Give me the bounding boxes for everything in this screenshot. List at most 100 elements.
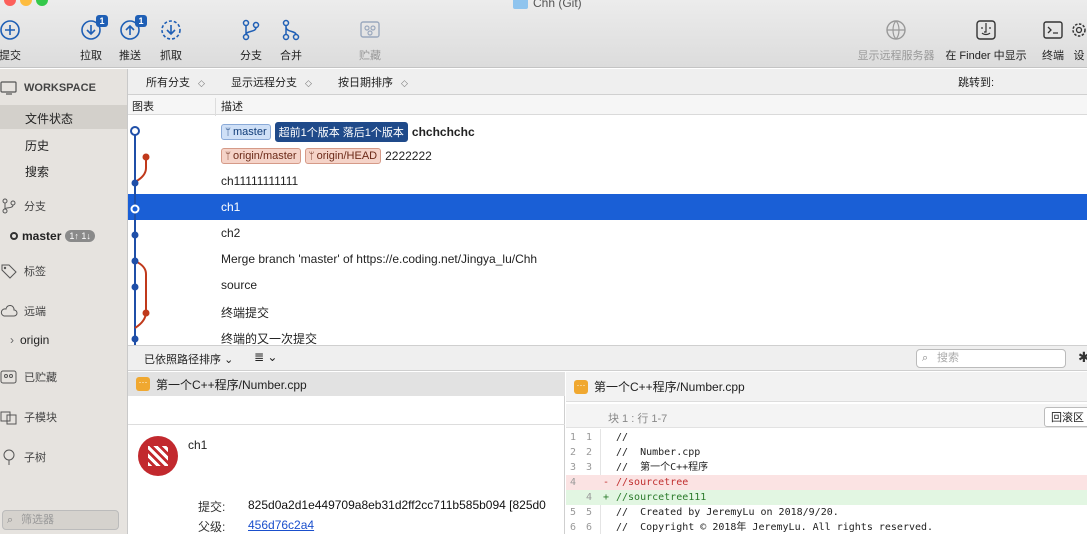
description-column-header[interactable]: 描述 <box>221 98 243 114</box>
local-branch-tag[interactable]: ᛘ master <box>221 124 271 140</box>
zoom-window-button[interactable] <box>36 0 48 6</box>
branch-icon: ᛘ <box>225 150 231 162</box>
commit-node-icon <box>131 257 139 265</box>
view-mode-dropdown[interactable]: ≣ ⌄ <box>254 350 277 364</box>
sidebar-branches-header[interactable]: 分支 <box>0 198 46 214</box>
globe-icon <box>884 18 908 42</box>
close-window-button[interactable] <box>4 0 16 6</box>
revert-hunk-button[interactable]: 回滚区 <box>1044 407 1087 427</box>
branch-icon: ᛘ <box>308 150 315 162</box>
sidebar-remotes-header[interactable]: 远端 <box>0 303 46 319</box>
minimize-window-button[interactable] <box>20 0 32 6</box>
sidebar-item-file-status[interactable]: 文件状态 <box>25 110 73 127</box>
commit-row[interactable]: 终端提交 <box>128 298 1087 324</box>
modified-file-icon: ··· <box>574 379 588 394</box>
sidebar-item-history[interactable]: 历史 <box>25 137 49 154</box>
commit-description: ᛘ origin/master ᛘ origin/HEAD 2222222 <box>221 148 432 164</box>
stash-button[interactable]: 贮藏 <box>342 18 398 66</box>
commit-description: 终端提交 <box>221 304 269 321</box>
commit-row[interactable]: 终端的又一次提交 <box>128 324 1087 345</box>
branch-icon <box>0 198 18 214</box>
commit-description: ch1 <box>221 200 240 214</box>
commit-message: 终端提交 <box>221 306 270 320</box>
current-branch-indicator-icon <box>10 232 18 240</box>
show-remote-button[interactable]: 显示远程服务器 <box>858 18 935 66</box>
modified-file-icon: ··· <box>136 377 150 391</box>
parent-hash-link[interactable]: 456d76c2a4 <box>248 518 314 532</box>
old-line-number: 5 <box>570 507 577 518</box>
details-search-input[interactable]: ⌕ 搜索 <box>916 349 1066 368</box>
settings-button[interactable]: 设 <box>1064 18 1087 66</box>
diff-marker <box>603 520 609 534</box>
branch-icon: ᛘ <box>225 126 231 138</box>
code-text: // <box>616 432 629 443</box>
commit-message: 2222222 <box>385 149 432 163</box>
commit-description: Merge branch 'master' of https://e.codin… <box>221 252 537 266</box>
diff-line-context[interactable]: 22 // Number.cpp <box>566 445 1087 460</box>
diff-line-removed[interactable]: 4 -//sourcetree <box>566 475 1087 490</box>
diff-marker <box>603 505 609 520</box>
sidebar-item-search[interactable]: 搜索 <box>25 163 49 180</box>
search-icon: ⌕ <box>922 352 929 364</box>
gear-icon[interactable]: ✱ <box>1078 349 1087 366</box>
diff-line-context[interactable]: 33 // 第一个C++程序 <box>566 460 1087 475</box>
commit-list: ᛘ master 超前1个版本 落后1个版本 chchchchc ᛘ origin/mas… <box>128 116 1087 345</box>
push-icon: 1 <box>118 15 147 42</box>
chevron-updown-icon: ◇ <box>305 78 312 88</box>
commit-label: 提交: <box>198 500 226 514</box>
graph-column-header[interactable]: 图表 <box>132 98 154 114</box>
new-line-number: 4 <box>586 492 593 503</box>
sidebar-filter-input[interactable]: ⌕ 筛选器 <box>2 510 119 530</box>
diff-line-context[interactable]: 11 // <box>566 430 1087 445</box>
diff-marker: - <box>603 477 610 488</box>
log-filter-bar: 所有分支 ◇ 显示远程分支 ◇ 按日期排序 ◇ 跳转到: <box>128 69 1087 95</box>
commit-button[interactable]: 提交 <box>0 18 38 66</box>
merge-button[interactable]: 合并 <box>263 18 319 66</box>
fetch-icon <box>159 18 183 42</box>
jump-to-label[interactable]: 跳转到: <box>958 74 994 90</box>
sort-by-path-dropdown[interactable]: 已依照路径排序 ⌄ <box>144 351 233 367</box>
head-commit-node-icon <box>130 126 140 136</box>
commit-row[interactable]: source <box>128 272 1087 298</box>
sidebar-workspace-header[interactable]: WORKSPACE <box>0 80 96 96</box>
sidebar-item-master-branch[interactable]: master 1↑ 1↓ <box>10 229 95 243</box>
sidebar-submodules-header[interactable]: 子模块 <box>0 409 57 425</box>
diff-marker <box>603 445 609 460</box>
commit-node-icon <box>131 231 139 239</box>
diff-line-added[interactable]: 4 + //sourcetree111 <box>566 490 1087 505</box>
avatar <box>138 436 178 476</box>
sidebar-subtrees-header[interactable]: 子树 <box>0 449 46 465</box>
commit-row[interactable]: Merge branch 'master' of https://e.codin… <box>128 246 1087 272</box>
changed-file-row[interactable]: ··· 第一个C++程序/Number.cpp <box>128 372 565 396</box>
sort-order-dropdown[interactable]: 按日期排序 ◇ <box>338 74 408 90</box>
new-line-number: 3 <box>586 462 593 473</box>
ahead-behind-tag[interactable]: 超前1个版本 落后1个版本 <box>274 122 408 142</box>
diff-line-context[interactable]: 55 // Created by JeremyLu on 2018/9/20. <box>566 505 1087 520</box>
diff-marker: + <box>603 492 610 503</box>
diff-marker <box>603 460 609 475</box>
commit-row[interactable]: ᛘ origin/master ᛘ origin/HEAD 2222222 <box>128 142 1087 168</box>
show-in-finder-button[interactable]: 在 Finder 中显示 <box>945 18 1027 66</box>
code-text: //sourcetree111 <box>616 492 707 503</box>
search-icon: ⌕ <box>7 514 14 526</box>
sidebar-item-origin[interactable]: › origin <box>10 333 49 347</box>
divider <box>128 424 565 425</box>
show-remote-branches-dropdown[interactable]: 显示远程分支 ◇ <box>231 74 312 90</box>
plus-circle-icon <box>0 18 22 42</box>
diff-hunk-header: 块 1 : 行 1-7 回滚区 <box>566 404 1087 428</box>
diff-line-context[interactable]: 66 // Copyright © 2018年 JeremyLu. All ri… <box>566 520 1087 534</box>
commit-author: ch1 <box>188 438 208 452</box>
fetch-button[interactable]: 抓取 <box>143 18 199 66</box>
remote-branch-tag[interactable]: ᛘ origin/master <box>221 148 301 164</box>
all-branches-dropdown[interactable]: 所有分支 ◇ <box>146 74 205 90</box>
commit-row[interactable]: ch1 <box>128 194 1087 220</box>
column-divider[interactable] <box>215 98 216 117</box>
sidebar-stashes-header[interactable]: 已贮藏 <box>0 369 57 385</box>
remote-branch-tag[interactable]: ᛘ origin/HEAD <box>304 148 382 164</box>
commit-row[interactable]: ᛘ master 超前1个版本 落后1个版本 chchchchc <box>128 116 1087 142</box>
commit-row[interactable]: ch2 <box>128 220 1087 246</box>
code-text: // Copyright © 2018年 JeremyLu. All right… <box>616 522 934 533</box>
commit-row[interactable]: ch11111111111 <box>128 168 1087 194</box>
sidebar-tags-header[interactable]: 标签 <box>0 263 46 279</box>
commit-description: ch11111111111 <box>221 174 298 188</box>
